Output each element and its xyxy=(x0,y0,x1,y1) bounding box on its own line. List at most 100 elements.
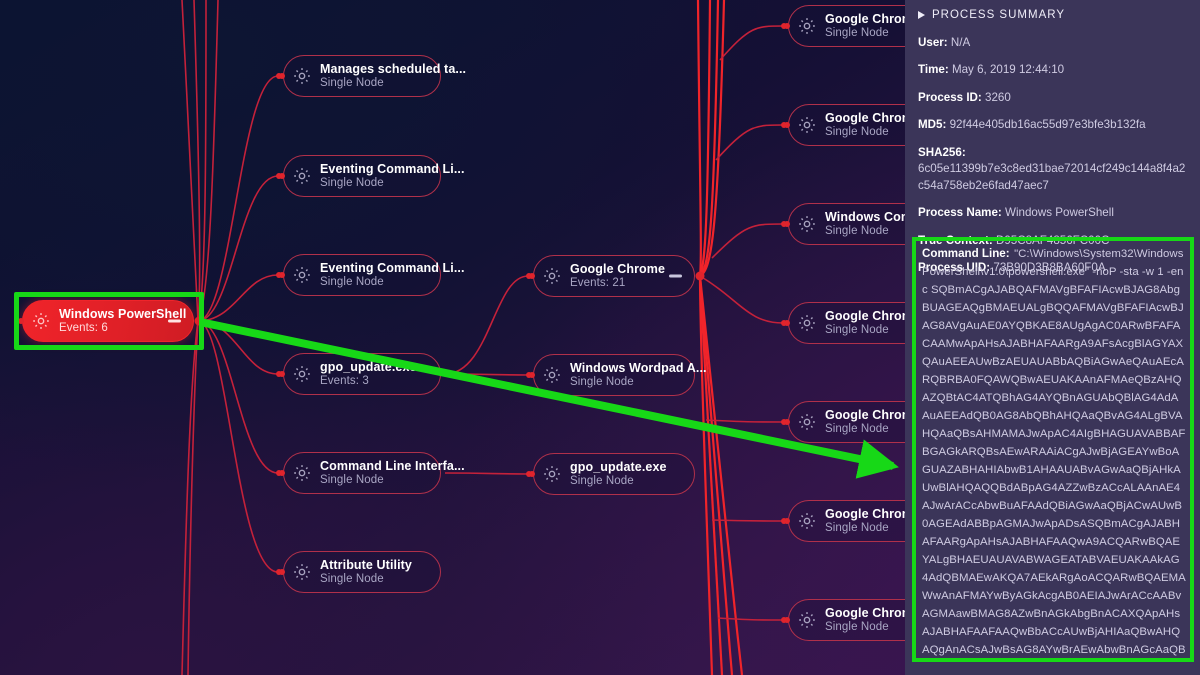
gear-icon xyxy=(292,166,312,186)
command-line-value: "C:\Windows\System32\WindowsPowerShell\v… xyxy=(922,248,1186,656)
node-sublabel: Events: 21 xyxy=(570,276,626,289)
graph-node-c1n1[interactable]: Manages scheduled ta... Single Node xyxy=(279,55,466,97)
node-input-connector xyxy=(784,617,790,623)
gear-icon xyxy=(797,511,817,531)
node-sublabel: Single Node xyxy=(320,76,384,89)
node-input-connector xyxy=(279,371,285,377)
gear-icon xyxy=(542,365,562,385)
graph-node-c1n6[interactable]: Attribute Utility Single Node xyxy=(279,551,441,593)
node-label: Manages scheduled ta... xyxy=(320,61,467,76)
node-collapse-button[interactable] xyxy=(669,274,682,278)
field-value: May 6, 2019 12:44:10 xyxy=(951,63,1065,77)
gear-icon xyxy=(797,214,817,234)
gear-icon xyxy=(292,265,312,285)
field-value: 3260 xyxy=(985,90,1011,104)
node-input-connector xyxy=(784,221,790,227)
summary-field: Process Name: Windows PowerShell xyxy=(918,205,1189,221)
node-sublabel: Single Node xyxy=(570,474,634,487)
gear-icon xyxy=(797,115,817,135)
field-value: N/A xyxy=(950,36,971,49)
process-graph-app: Windows PowerShell Events: 6 Manages sched… xyxy=(0,0,1200,675)
field-key: Process ID: xyxy=(918,90,982,104)
node-label: gpo_update.exe xyxy=(320,359,417,374)
node-text: gpo_update.exe Events: 3 xyxy=(320,360,417,388)
field-key: Process Name: xyxy=(918,206,1002,220)
node-input-connector xyxy=(784,122,790,128)
gear-icon xyxy=(292,364,312,384)
node-input-connector xyxy=(784,518,790,524)
field-key: User: xyxy=(918,36,948,49)
node-sublabel: Single Node xyxy=(320,176,384,189)
node-input-connector xyxy=(784,23,790,29)
node-input-connector xyxy=(784,419,790,425)
node-input-connector xyxy=(529,372,535,378)
graph-node-c2n2[interactable]: Windows Wordpad A... Single Node xyxy=(529,354,707,396)
node-input-connector xyxy=(529,273,535,279)
command-line-field: Command Line: "C:\Windows\System32\Windo… xyxy=(912,237,1194,662)
process-summary-panel: PROCESS SUMMARY User: N/A Time: May 6, 20… xyxy=(905,0,1200,675)
graph-node-c1n4[interactable]: gpo_update.exe Events: 3 xyxy=(279,353,441,395)
panel-header[interactable]: PROCESS SUMMARY xyxy=(918,9,1189,21)
gear-icon xyxy=(31,311,51,331)
node-text: Attribute Utility Single Node xyxy=(320,558,412,586)
summary-field: MD5: 92f44e405db16ac55d97e3bfe3b132fa xyxy=(918,117,1189,133)
node-label: gpo_update.exe xyxy=(570,459,667,474)
node-input-connector xyxy=(279,272,285,278)
gear-icon xyxy=(797,610,817,630)
node-label: Eventing Command Li... xyxy=(320,161,465,176)
node-label: Attribute Utility xyxy=(320,557,412,572)
graph-node-c2n1[interactable]: Google Chrome Events: 21 xyxy=(529,255,695,297)
node-text: Google Chrome Events: 21 xyxy=(570,262,665,290)
node-label: Windows Wordpad A... xyxy=(570,360,707,375)
node-text: gpo_update.exe Single Node xyxy=(570,460,667,488)
node-input-connector xyxy=(18,318,24,324)
triangle-right-icon[interactable] xyxy=(918,11,925,19)
panel-title: PROCESS SUMMARY xyxy=(932,9,1066,21)
node-sublabel: Events: 6 xyxy=(59,321,108,334)
gear-icon xyxy=(797,412,817,432)
graph-node-c1n5[interactable]: Command Line Interfa... Single Node xyxy=(279,452,465,494)
gear-icon xyxy=(292,66,312,86)
node-text: Command Line Interfa... Single Node xyxy=(320,459,465,487)
field-value: 92f44e405db16ac55d97e3bfe3b132fa xyxy=(949,118,1146,132)
node-sublabel: Single Node xyxy=(320,572,384,585)
gear-icon xyxy=(797,16,817,36)
node-input-connector xyxy=(784,320,790,326)
summary-field: User: N/A xyxy=(918,35,1189,51)
summary-field: SHA256: 6c05e11399b7e3c8ed31bae72014cf24… xyxy=(918,145,1189,194)
node-text: Eventing Command Li... Single Node xyxy=(320,162,465,190)
gear-icon xyxy=(542,464,562,484)
gear-icon xyxy=(292,463,312,483)
graph-node-ps[interactable]: Windows PowerShell Events: 6 xyxy=(18,300,194,342)
node-input-connector xyxy=(279,73,285,79)
node-text: Windows Wordpad A... Single Node xyxy=(570,361,707,389)
node-text: Manages scheduled ta... Single Node xyxy=(320,62,466,90)
node-text: Eventing Command Li... Single Node xyxy=(320,261,465,289)
field-key: Time: xyxy=(918,63,949,77)
field-key: SHA256: xyxy=(918,145,966,159)
command-line-label: Command Line: xyxy=(922,247,1010,260)
node-input-connector xyxy=(279,470,285,476)
node-sublabel: Events: 3 xyxy=(320,374,369,387)
node-input-connector xyxy=(279,569,285,575)
node-sublabel: Single Node xyxy=(570,375,634,388)
node-input-connector xyxy=(529,471,535,477)
node-label: Eventing Command Li... xyxy=(320,260,465,275)
gear-icon xyxy=(542,266,562,286)
graph-node-c1n2[interactable]: Eventing Command Li... Single Node xyxy=(279,155,464,197)
field-value: 6c05e11399b7e3c8ed31bae72014cf249c144a8f… xyxy=(918,162,1186,192)
node-label: Google Chrome xyxy=(570,261,666,276)
node-label: Command Line Interfa... xyxy=(320,458,465,473)
graph-node-c2n3[interactable]: gpo_update.exe Single Node xyxy=(529,453,695,495)
summary-field: Time: May 6, 2019 12:44:10 xyxy=(918,62,1189,78)
field-value: Windows PowerShell xyxy=(1005,206,1114,220)
node-sublabel: Single Node xyxy=(320,473,384,486)
field-key: MD5: xyxy=(918,118,947,132)
gear-icon xyxy=(292,562,312,582)
node-collapse-button[interactable] xyxy=(168,319,181,323)
node-sublabel: Single Node xyxy=(320,275,384,288)
gear-icon xyxy=(797,313,817,333)
summary-field: Process ID: 3260 xyxy=(918,90,1189,106)
graph-node-c1n3[interactable]: Eventing Command Li... Single Node xyxy=(279,254,464,296)
node-input-connector xyxy=(279,173,285,179)
